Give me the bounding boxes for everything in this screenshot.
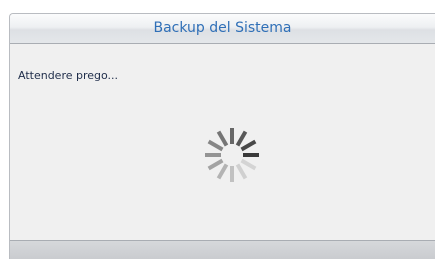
dialog-title: Backup del Sistema xyxy=(153,20,292,36)
dialog-footer-bar xyxy=(10,240,435,259)
wait-message: Attendere prego... xyxy=(18,69,119,82)
loading-spinner-icon xyxy=(205,128,259,182)
spinner-spoke xyxy=(240,158,257,171)
spinner-spoke xyxy=(240,139,257,152)
spinner-spoke xyxy=(216,163,229,180)
spinner-spoke xyxy=(235,163,248,180)
dialog-title-bar: Backup del Sistema xyxy=(10,14,435,44)
spinner-spoke xyxy=(207,158,224,171)
spinner-spoke xyxy=(216,130,229,147)
backup-dialog: Backup del Sistema Attendere prego... xyxy=(9,13,435,259)
spinner-spoke xyxy=(207,139,224,152)
spinner-spoke xyxy=(235,130,248,147)
